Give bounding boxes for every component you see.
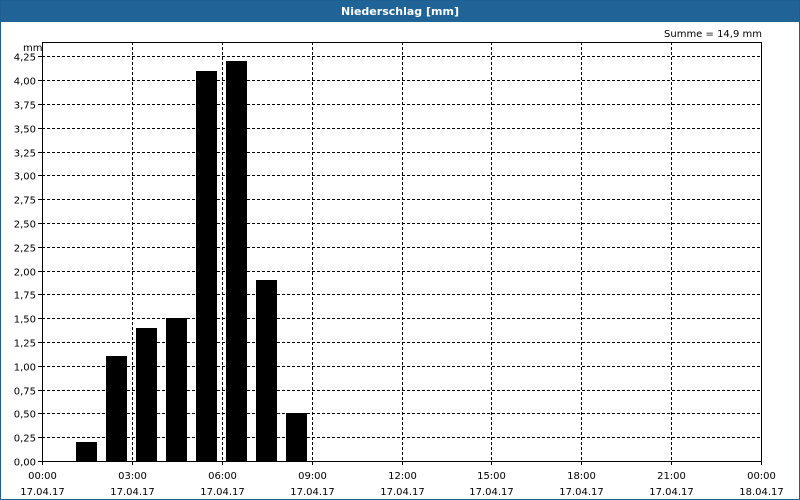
y-tick-label: 0,00 xyxy=(14,458,36,469)
x-tick-time: 15:00 xyxy=(477,471,506,482)
x-tick-date: 18.04.17 xyxy=(739,487,784,498)
x-tick-time: 00:00 xyxy=(747,471,776,482)
x-tick-time: 09:00 xyxy=(298,471,327,482)
x-tick-date: 17.04.17 xyxy=(649,487,694,498)
y-tick-label: 2,00 xyxy=(14,268,36,279)
precipitation-bar xyxy=(136,328,157,461)
y-tick-label: 0,50 xyxy=(14,410,36,421)
x-tick-date: 17.04.17 xyxy=(469,487,514,498)
x-tick-date: 17.04.17 xyxy=(20,487,65,498)
x-tick-date: 17.04.17 xyxy=(290,487,335,498)
y-tick-label: 4,00 xyxy=(14,77,36,88)
precipitation-bar xyxy=(286,413,307,461)
axes: 0,00 0,25 0,50 0,75 1,00 1,25 1,50 1,75 2,00 2,25… xyxy=(14,42,784,498)
x-tick-time: 18:00 xyxy=(567,471,596,482)
precipitation-bar xyxy=(226,61,247,461)
y-tick-label: 2,50 xyxy=(14,220,36,231)
precipitation-bar xyxy=(166,318,187,461)
x-tick-time: 00:00 xyxy=(28,471,57,482)
sum-label: Summe = 14,9 mm xyxy=(664,29,762,40)
y-axis-label: mm xyxy=(23,43,42,54)
x-tick-time: 03:00 xyxy=(118,471,147,482)
y-tick-label: 3,50 xyxy=(14,125,36,136)
x-tick-date: 17.04.17 xyxy=(110,487,155,498)
y-tick-label: 3,00 xyxy=(14,172,36,183)
x-tick-time: 21:00 xyxy=(657,471,686,482)
precipitation-chart: 0,00 0,25 0,50 0,75 1,00 1,25 1,50 1,75 2,00 2,25… xyxy=(14,29,784,498)
precipitation-bar xyxy=(76,442,97,461)
x-tick-date: 17.04.17 xyxy=(200,487,245,498)
x-tick-time: 12:00 xyxy=(388,471,417,482)
y-tick-label: 3,75 xyxy=(14,101,36,112)
y-tick-label: 0,25 xyxy=(14,434,36,445)
precipitation-bar xyxy=(256,280,277,461)
precipitation-bar xyxy=(196,71,217,461)
chart-window: Niederschlag [mm] 0,00 0,25 0,50 0,75 1,00 1,… xyxy=(0,0,800,500)
bars xyxy=(76,61,307,461)
y-tick-label: 1,50 xyxy=(14,315,36,326)
y-tick-label: 3,25 xyxy=(14,149,36,160)
y-tick-label: 1,25 xyxy=(14,339,36,350)
y-tick-label: 1,00 xyxy=(14,363,36,374)
x-tick-date: 17.04.17 xyxy=(380,487,425,498)
y-tick-label: 1,75 xyxy=(14,291,36,302)
y-tick-label: 2,25 xyxy=(14,244,36,255)
y-tick-label: 0,75 xyxy=(14,387,36,398)
y-tick-label: 4,25 xyxy=(14,53,36,64)
x-tick-time: 06:00 xyxy=(208,471,237,482)
x-tick-date: 17.04.17 xyxy=(559,487,604,498)
precipitation-bar xyxy=(106,356,127,461)
y-tick-label: 2,75 xyxy=(14,196,36,207)
